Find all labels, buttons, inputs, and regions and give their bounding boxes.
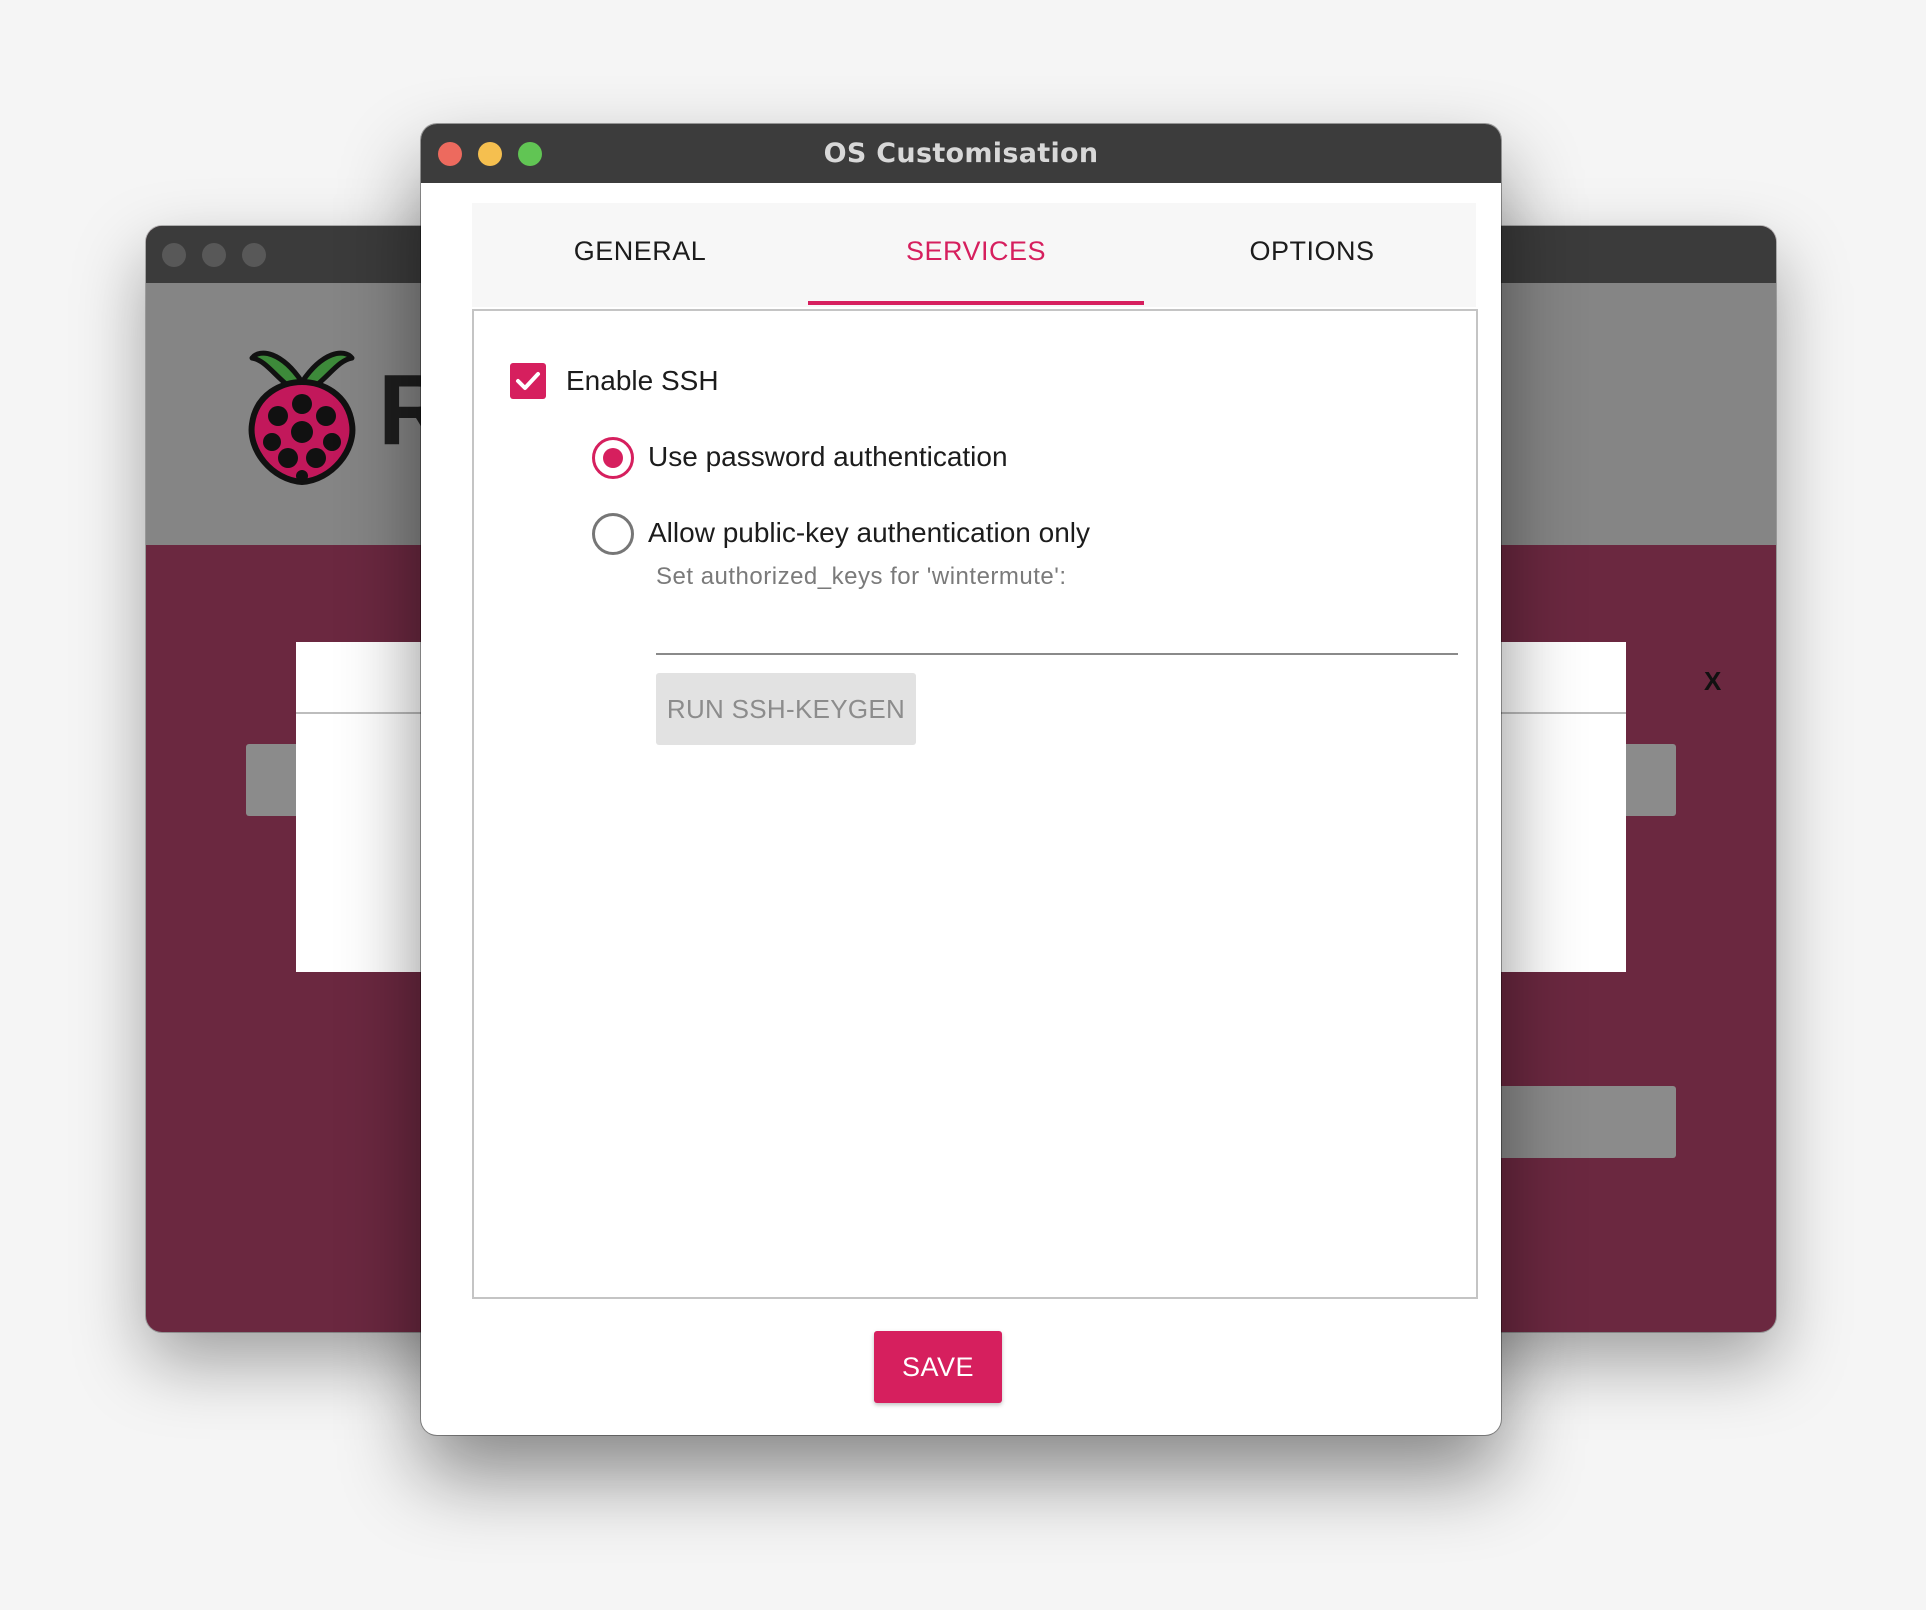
enable-ssh-checkbox[interactable]: [510, 363, 546, 399]
services-panel: Enable SSH Use password authentication A…: [472, 309, 1478, 1299]
enable-ssh-label: Enable SSH: [566, 365, 719, 396]
background-close-light: [162, 243, 186, 267]
authorized-keys-input[interactable]: [656, 603, 1458, 655]
run-ssh-keygen-button[interactable]: RUN SSH-KEYGEN: [656, 673, 916, 745]
os-customisation-window: OS Customisation GENERAL SERVICES OPTION…: [421, 124, 1501, 1435]
tab-bar: GENERAL SERVICES OPTIONS: [472, 203, 1476, 307]
active-tab-indicator: [808, 301, 1144, 305]
public-key-auth-label: Allow public-key authentication only: [648, 517, 1091, 548]
password-auth-label: Use password authentication: [648, 441, 1008, 472]
public-key-auth-radio[interactable]: [592, 513, 634, 555]
window-titlebar: OS Customisation: [421, 124, 1501, 183]
window-title: OS Customisation: [823, 138, 1099, 169]
background-maximize-light: [242, 243, 266, 267]
save-button[interactable]: SAVE: [874, 1331, 1002, 1403]
background-write-button: [1496, 1086, 1676, 1158]
background-minimize-light: [202, 243, 226, 267]
tab-general[interactable]: GENERAL: [472, 203, 808, 307]
tab-options[interactable]: OPTIONS: [1144, 203, 1480, 307]
checkmark-icon: [516, 372, 540, 390]
tab-services[interactable]: SERVICES: [808, 203, 1144, 307]
radio-selected-dot: [603, 448, 623, 468]
raspberry-pi-logo-icon: [248, 350, 356, 486]
authorized-keys-label: Set authorized_keys for 'wintermute':: [656, 563, 1067, 590]
background-dialog-close-button: X: [1704, 666, 1722, 696]
password-auth-radio[interactable]: [592, 437, 634, 479]
